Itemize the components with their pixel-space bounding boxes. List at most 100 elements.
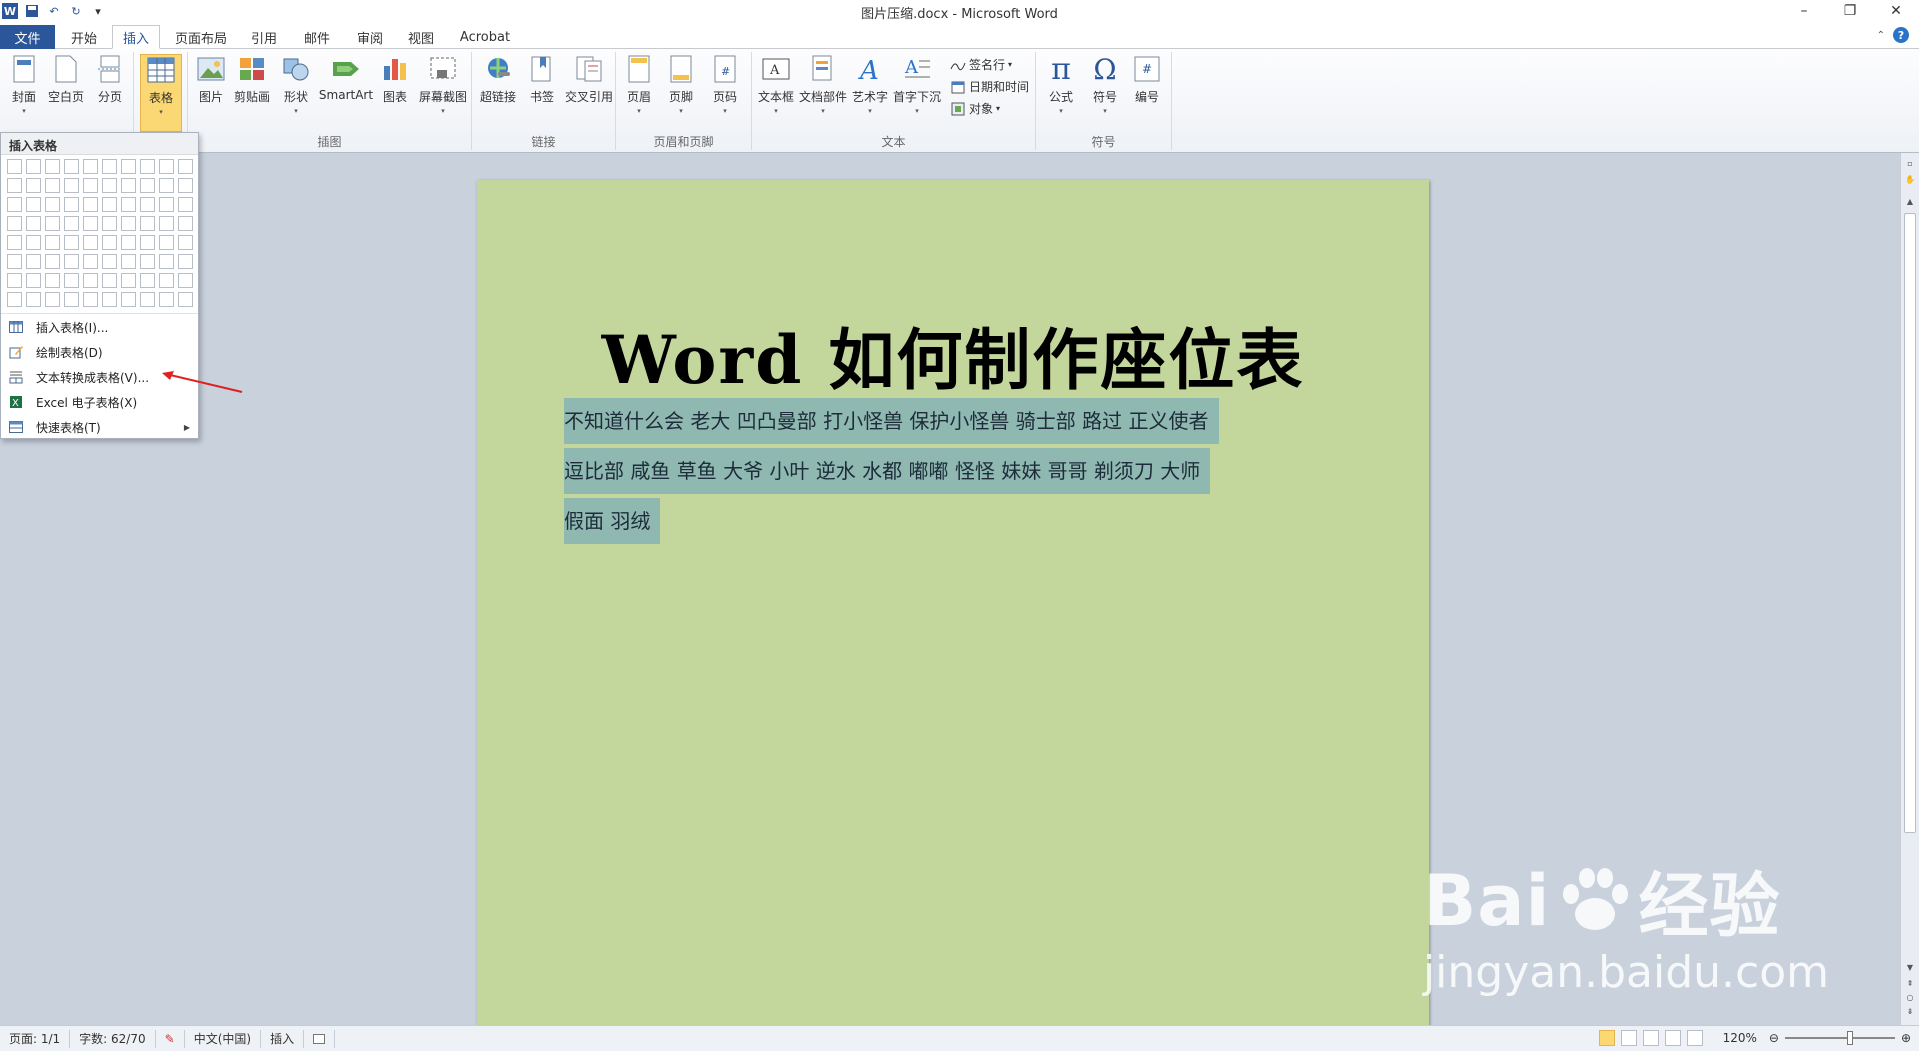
smartart-button[interactable]: SmartArt xyxy=(318,54,374,102)
browse-object-icon[interactable]: ○ xyxy=(1904,991,1916,1003)
table-grid-cell[interactable] xyxy=(159,292,174,307)
outline-view-button[interactable] xyxy=(1664,1030,1681,1046)
table-grid-cell[interactable] xyxy=(45,292,60,307)
wordart-button[interactable]: A 艺术字 ▾ xyxy=(848,54,892,115)
table-grid-cell[interactable] xyxy=(45,254,60,269)
table-grid-cell[interactable] xyxy=(83,254,98,269)
menu-item-insert-table[interactable]: 插入表格(I)... xyxy=(1,315,198,339)
web-layout-view-button[interactable] xyxy=(1642,1030,1659,1046)
tab-references[interactable]: 引用 xyxy=(244,26,284,48)
table-grid-cell[interactable] xyxy=(121,273,136,288)
table-grid-cell[interactable] xyxy=(121,178,136,193)
cover-page-button[interactable]: 封面 ▾ xyxy=(2,54,46,115)
table-grid-cell[interactable] xyxy=(102,254,117,269)
table-grid-cell[interactable] xyxy=(26,159,41,174)
table-grid-cell[interactable] xyxy=(102,292,117,307)
table-grid-cell[interactable] xyxy=(121,254,136,269)
minimize-button[interactable]: – xyxy=(1781,0,1827,22)
zoom-out-icon[interactable]: ⊖ xyxy=(1769,1031,1779,1045)
paragraph-line-1[interactable]: 不知道什么会 老大 凹凸曼部 打小怪兽 保护小怪兽 骑士部 路过 正义使者 xyxy=(564,398,1219,444)
table-grid-cell[interactable] xyxy=(178,254,193,269)
table-grid-cell[interactable] xyxy=(159,216,174,231)
table-grid-cell[interactable] xyxy=(140,254,155,269)
help-icon[interactable]: ? xyxy=(1893,27,1909,43)
tab-file[interactable]: 文件 xyxy=(0,25,55,49)
table-grid-cell[interactable] xyxy=(26,254,41,269)
table-grid-cell[interactable] xyxy=(26,197,41,212)
table-grid-cell[interactable] xyxy=(140,197,155,212)
scroll-down-icon[interactable]: ▼ xyxy=(1904,961,1916,973)
table-grid-cell[interactable] xyxy=(26,235,41,250)
table-grid-cell[interactable] xyxy=(64,254,79,269)
table-grid-cell[interactable] xyxy=(7,178,22,193)
tab-view[interactable]: 视图 xyxy=(401,26,441,48)
table-grid-cell[interactable] xyxy=(26,273,41,288)
picture-button[interactable]: 图片 xyxy=(190,54,232,105)
table-grid-cell[interactable] xyxy=(7,254,22,269)
equation-button[interactable]: π 公式 ▾ xyxy=(1040,52,1082,116)
symbol-button[interactable]: Ω 符号 ▾ xyxy=(1084,53,1126,116)
table-grid-cell[interactable] xyxy=(45,178,60,193)
tab-insert[interactable]: 插入 xyxy=(112,25,160,49)
draft-view-button[interactable] xyxy=(1686,1030,1703,1046)
table-grid-cell[interactable] xyxy=(7,159,22,174)
table-grid-cell[interactable] xyxy=(140,178,155,193)
table-grid-cell[interactable] xyxy=(64,235,79,250)
table-grid-cell[interactable] xyxy=(121,216,136,231)
menu-item-quick-tables[interactable]: 快速表格(T) ▶ xyxy=(1,415,198,439)
drop-cap-button[interactable]: A 首字下沉 ▾ xyxy=(892,54,942,115)
insert-mode-status[interactable]: 插入 xyxy=(261,1029,305,1048)
table-grid-cell[interactable] xyxy=(64,178,79,193)
zoom-slider-knob[interactable] xyxy=(1846,1031,1853,1045)
tab-home[interactable]: 开始 xyxy=(62,26,106,48)
language-status[interactable]: 中文(中国) xyxy=(185,1029,262,1048)
table-grid-cell[interactable] xyxy=(159,197,174,212)
chart-button[interactable]: 图表 xyxy=(374,54,416,105)
paragraph-line-2[interactable]: 逗比部 咸鱼 草鱼 大爷 小叶 逆水 水都 嘟嘟 怪怪 妹妹 哥哥 剃须刀 大师 xyxy=(564,448,1211,494)
menu-item-draw-table[interactable]: 绘制表格(D) xyxy=(1,340,198,364)
table-grid-cell[interactable] xyxy=(159,178,174,193)
table-grid-cell[interactable] xyxy=(7,235,22,250)
table-grid-cell[interactable] xyxy=(178,178,193,193)
footer-button[interactable]: 页脚 ▾ xyxy=(660,54,702,115)
table-grid-cell[interactable] xyxy=(159,273,174,288)
table-grid-cell[interactable] xyxy=(83,273,98,288)
date-time-button[interactable]: 日期和时间 xyxy=(950,78,1029,95)
header-button[interactable]: 页眉 ▾ xyxy=(618,54,660,115)
save-icon[interactable] xyxy=(24,3,40,19)
table-grid-cell[interactable] xyxy=(7,216,22,231)
quick-parts-button[interactable]: 文档部件 ▾ xyxy=(798,54,848,115)
paragraph-line-3[interactable]: 假面 羽绒 xyxy=(564,498,661,544)
table-grid-cell[interactable] xyxy=(45,273,60,288)
ruler-toggle-icon[interactable]: ▫ xyxy=(1904,157,1916,169)
document-page[interactable]: Word 如何制作座位表 不知道什么会 老大 凹凸曼部 打小怪兽 保护小怪兽 骑… xyxy=(477,180,1429,1025)
word-count[interactable]: 字数: 62/70 xyxy=(70,1029,156,1048)
word-logo-icon[interactable]: W xyxy=(2,3,18,19)
scrollbar-thumb[interactable] xyxy=(1904,213,1916,833)
table-grid-cell[interactable] xyxy=(64,197,79,212)
table-grid-cell[interactable] xyxy=(102,216,117,231)
proofing-status[interactable]: ✎ xyxy=(156,1029,185,1048)
table-grid-cell[interactable] xyxy=(102,235,117,250)
zoom-in-icon[interactable]: ⊕ xyxy=(1901,1031,1911,1045)
table-grid-cell[interactable] xyxy=(102,178,117,193)
table-grid-cell[interactable] xyxy=(178,235,193,250)
table-grid-cell[interactable] xyxy=(140,159,155,174)
table-grid-cell[interactable] xyxy=(7,292,22,307)
page-number-button[interactable]: # 页码 ▾ xyxy=(704,54,746,115)
table-grid-cell[interactable] xyxy=(7,197,22,212)
previous-page-icon[interactable]: ⇞ xyxy=(1904,977,1916,989)
blank-page-button[interactable]: 空白页 xyxy=(44,54,88,105)
table-grid-cell[interactable] xyxy=(121,159,136,174)
table-grid-cell[interactable] xyxy=(45,197,60,212)
table-grid-cell[interactable] xyxy=(159,254,174,269)
full-screen-reading-view-button[interactable] xyxy=(1620,1030,1637,1046)
tab-mailings[interactable]: 邮件 xyxy=(297,26,337,48)
table-grid-cell[interactable] xyxy=(26,292,41,307)
table-grid-cell[interactable] xyxy=(178,273,193,288)
table-grid-cell[interactable] xyxy=(64,273,79,288)
bookmark-button[interactable]: 书签 xyxy=(522,54,562,105)
table-grid-cell[interactable] xyxy=(178,216,193,231)
page-break-button[interactable]: 分页 xyxy=(88,54,132,105)
table-grid-cell[interactable] xyxy=(102,197,117,212)
